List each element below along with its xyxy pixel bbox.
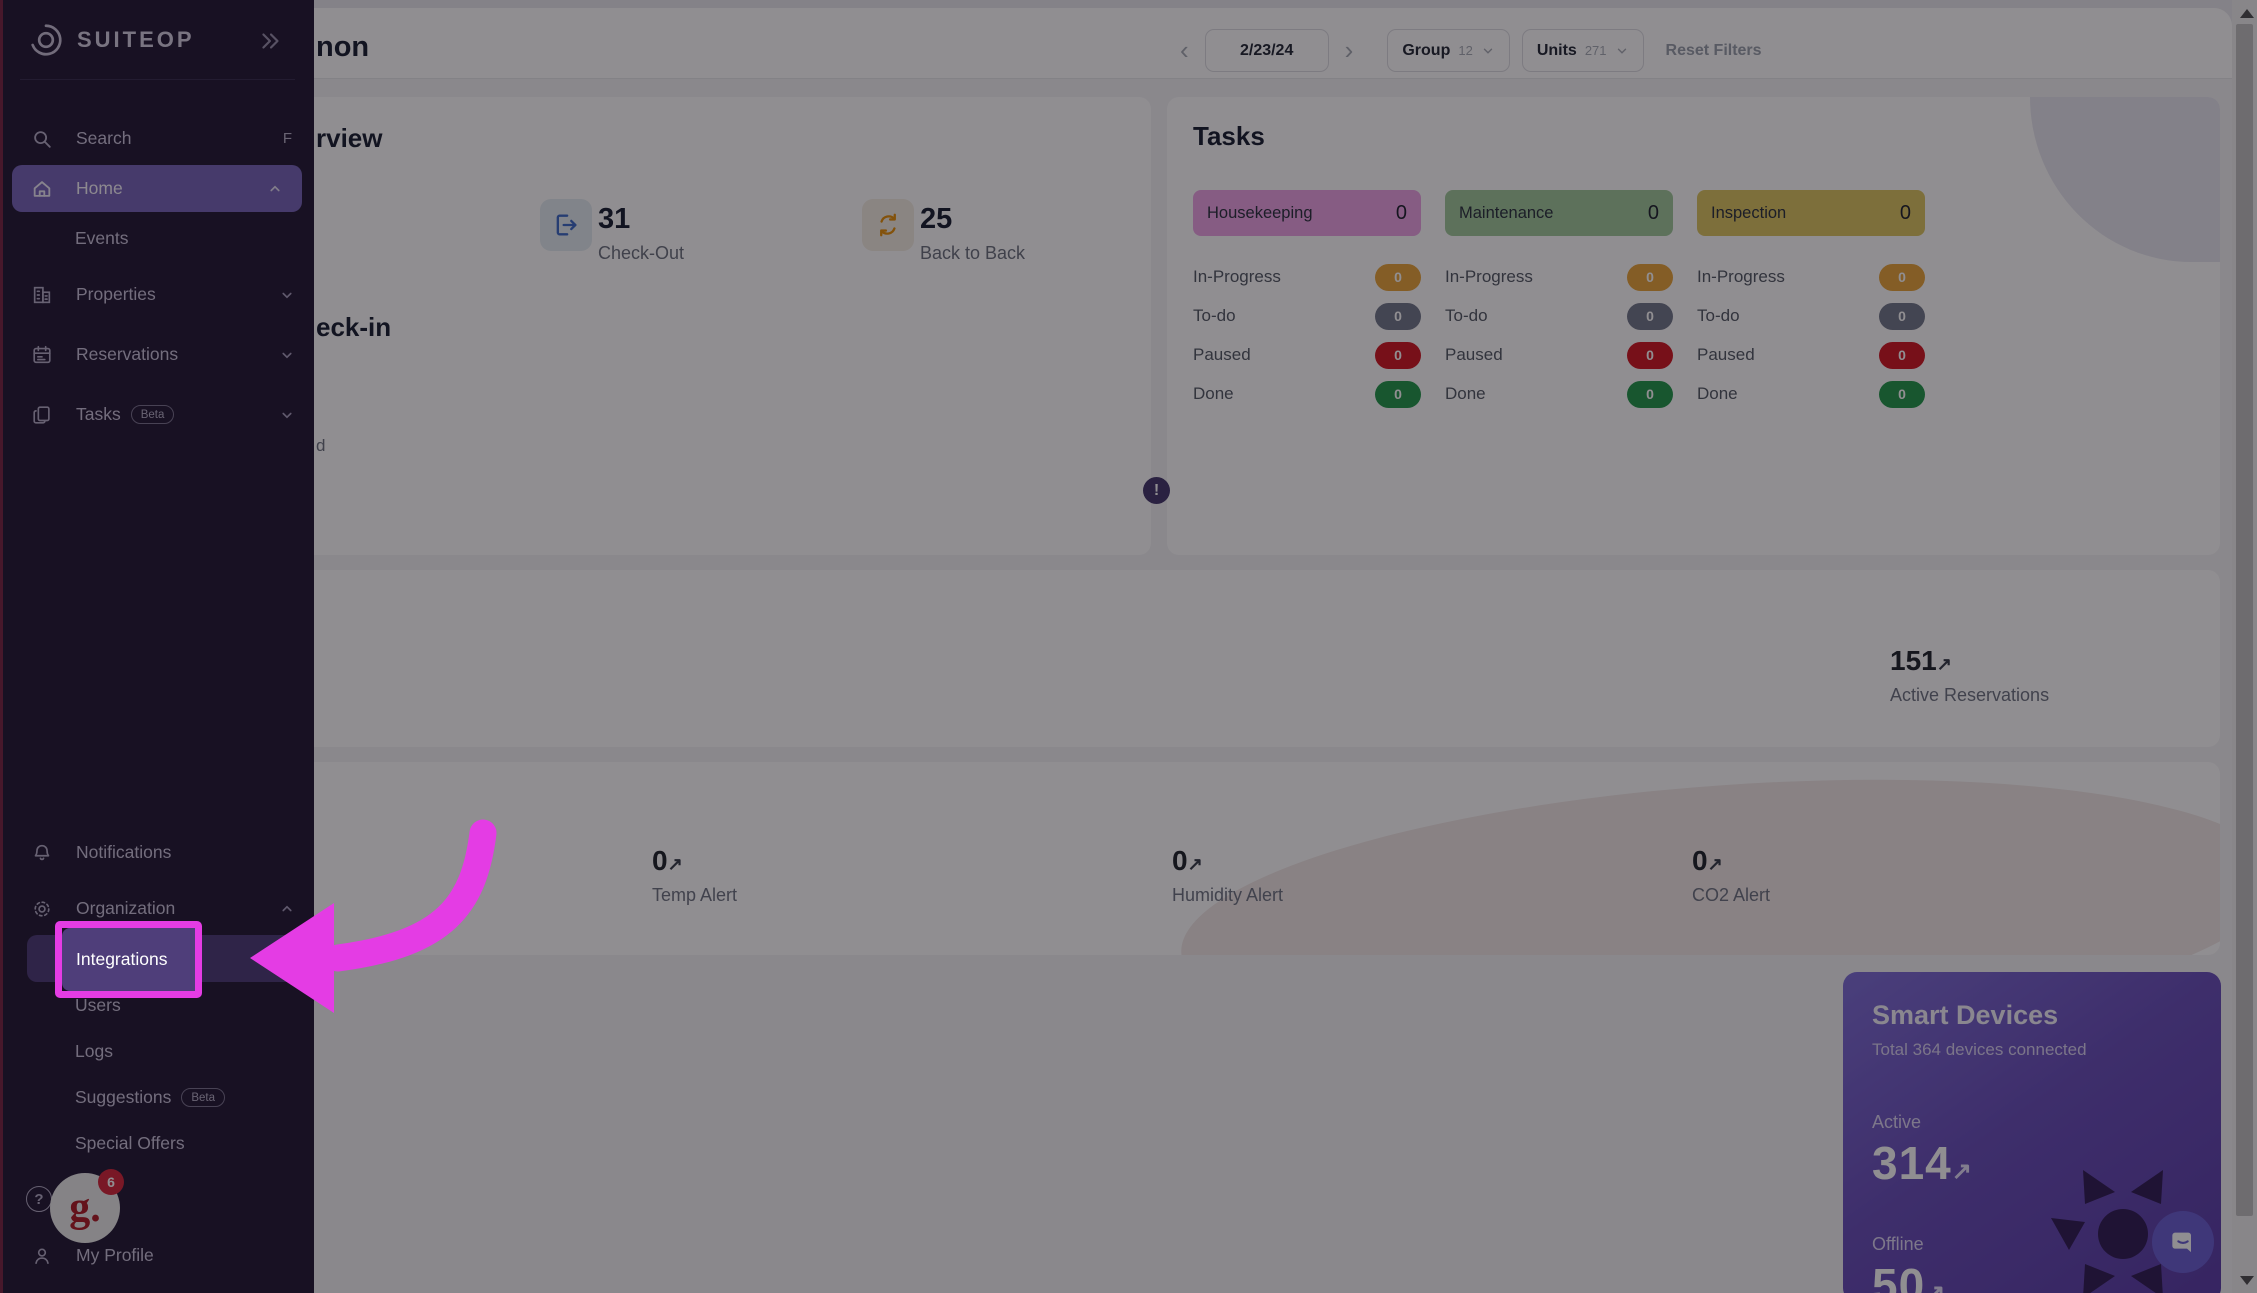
sidebar-item-label: Integrations: [76, 949, 167, 970]
integrations-highlight-box[interactable]: Integrations: [55, 921, 202, 998]
app-root: non ‹ 2/23/24 › Group 12 Units 271 Reset…: [0, 0, 2257, 1293]
sidebar-item-integrations-highlighted[interactable]: Integrations: [62, 928, 195, 991]
tutorial-dim-overlay: [0, 0, 2257, 1293]
